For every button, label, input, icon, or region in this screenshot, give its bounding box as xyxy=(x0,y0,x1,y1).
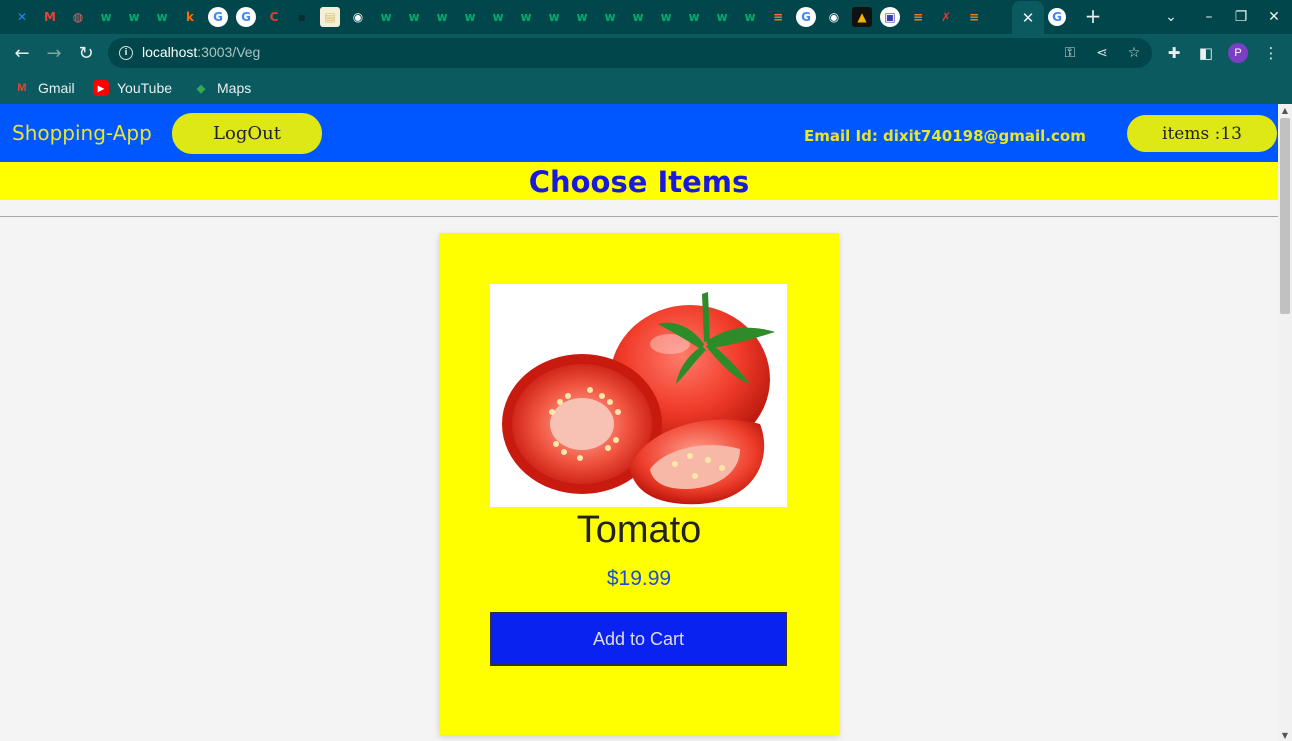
back-arrow-icon[interactable]: ← xyxy=(10,42,34,64)
bookmark-youtube[interactable]: ▶ YouTube xyxy=(93,78,172,98)
url-host: localhost xyxy=(142,44,198,60)
scroll-down-arrow-icon[interactable]: ▼ xyxy=(1278,729,1292,741)
bookmark-star-icon[interactable]: ☆ xyxy=(1124,43,1144,63)
app-brand[interactable]: Shopping-App xyxy=(12,121,152,145)
reload-icon[interactable]: ↻ xyxy=(74,42,98,64)
bookmark-label: Gmail xyxy=(38,80,75,96)
scroll-up-arrow-icon[interactable]: ▲ xyxy=(1278,104,1292,116)
scroll-thumb[interactable] xyxy=(1280,118,1290,314)
gmail-icon: M xyxy=(17,82,27,94)
w3schools-icon[interactable]: w xyxy=(376,7,396,27)
url-text[interactable]: localhost:3003/Veg xyxy=(142,44,260,60)
google-tab-icon[interactable]: G xyxy=(1048,8,1066,26)
w3schools-icon[interactable]: w xyxy=(432,7,452,27)
tab-list: ✕ M ◍ w w w k G G C ▪ ▤ ◉ w w w w w w w w w w w w w w ≡ G ◉ ▲ ▣ ≡ ✗ ≡ xyxy=(12,7,992,27)
address-bar[interactable]: i localhost:3003/Veg ⚿ ⋖ ☆ xyxy=(108,38,1152,68)
warning-site-icon[interactable]: ▲ xyxy=(852,7,872,27)
forward-arrow-icon[interactable]: → xyxy=(42,42,66,64)
restore-icon[interactable]: ❐ xyxy=(1230,6,1252,28)
youtube-icon: ▶ xyxy=(93,80,109,96)
w3schools-icon[interactable]: w xyxy=(684,7,704,27)
minimize-icon[interactable]: – xyxy=(1198,6,1220,28)
tomato-illustration xyxy=(490,284,787,507)
bookmark-gmail[interactable]: M Gmail xyxy=(14,78,75,98)
red-figure-icon[interactable]: ✗ xyxy=(936,7,956,27)
new-tab-button[interactable]: + xyxy=(1083,4,1103,28)
w3schools-icon[interactable]: w xyxy=(124,7,144,27)
product-name: Tomato xyxy=(576,509,702,551)
w3schools-icon[interactable]: w xyxy=(404,7,424,27)
w3schools-icon[interactable]: w xyxy=(712,7,732,27)
w3schools-icon[interactable]: w xyxy=(516,7,536,27)
w3schools-icon[interactable]: w xyxy=(544,7,564,27)
browser-toolbar: ← → ↻ i localhost:3003/Veg ⚿ ⋖ ☆ ✚ ◧ P ⋮ xyxy=(0,34,1292,72)
w3schools-icon[interactable]: w xyxy=(460,7,480,27)
product-image xyxy=(490,284,787,507)
google-icon[interactable]: G xyxy=(208,7,228,27)
maps-icon: ◆ xyxy=(196,82,206,95)
w3schools-icon[interactable]: w xyxy=(96,7,116,27)
profile-avatar[interactable]: P xyxy=(1228,43,1248,63)
w3schools-icon[interactable]: w xyxy=(152,7,172,27)
divider xyxy=(0,216,1278,217)
w3schools-icon[interactable]: w xyxy=(600,7,620,27)
menu-kebab-icon[interactable]: ⋮ xyxy=(1260,42,1282,64)
bookmark-maps[interactable]: ◆ Maps xyxy=(193,78,251,98)
c-icon[interactable]: C xyxy=(264,7,284,27)
cart-items-count[interactable]: items :13 xyxy=(1127,115,1277,152)
user-email: Email Id: dixit740198@gmail.com xyxy=(804,127,1086,145)
w3schools-icon[interactable]: w xyxy=(572,7,592,27)
app-navbar: Shopping-App LogOut Email Id: dixit74019… xyxy=(0,104,1278,162)
stackoverflow-icon[interactable]: ≡ xyxy=(768,7,788,27)
chrome-icon[interactable]: ◉ xyxy=(824,7,844,27)
stackoverflow-icon[interactable]: ≡ xyxy=(964,7,984,27)
tab-search-chevron-icon[interactable]: ⌄ xyxy=(1160,6,1182,28)
page-title: Choose Items xyxy=(528,165,750,199)
bookmark-label: YouTube xyxy=(117,80,173,96)
google-icon[interactable]: G xyxy=(236,7,256,27)
w3schools-icon[interactable]: w xyxy=(488,7,508,27)
password-key-icon[interactable]: ⚿ xyxy=(1060,43,1080,63)
close-tab-icon[interactable]: ✕ xyxy=(1022,9,1035,27)
url-path: :3003/Veg xyxy=(197,44,261,60)
page-viewport: Shopping-App LogOut Email Id: dixit74019… xyxy=(0,104,1278,741)
gmail-icon[interactable]: M xyxy=(40,7,60,27)
page-scrollbar[interactable]: ▲ ▼ xyxy=(1278,104,1292,741)
close-window-icon[interactable]: ✕ xyxy=(1263,6,1285,28)
w3schools-icon[interactable]: w xyxy=(740,7,760,27)
browser-tab-strip: ✕ M ◍ w w w k G G C ▪ ▤ ◉ w w w w w w w w w w w w w w ≡ G ◉ ▲ ▣ ≡ ✗ ≡ ✕ G … xyxy=(0,0,1292,34)
notes-icon[interactable]: ▤ xyxy=(320,7,340,27)
confluence-icon[interactable]: ✕ xyxy=(12,7,32,27)
k-icon[interactable]: k xyxy=(180,7,200,27)
add-to-cart-button[interactable]: Add to Cart xyxy=(490,612,787,666)
site-info-icon[interactable]: i xyxy=(119,46,133,60)
side-panel-icon[interactable]: ◧ xyxy=(1195,42,1217,64)
bookmark-label: Maps xyxy=(217,80,252,96)
bookmarks-bar: M Gmail ▶ YouTube ◆ Maps xyxy=(0,72,1292,104)
active-tab[interactable]: ✕ xyxy=(1012,1,1044,34)
image-site-icon[interactable]: ▣ xyxy=(880,7,900,27)
product-price: $19.99 xyxy=(606,567,672,590)
google-icon[interactable]: G xyxy=(796,7,816,27)
product-card: Tomato $19.99 Add to Cart xyxy=(439,233,839,735)
chrome-icon[interactable]: ◉ xyxy=(348,7,368,27)
dark-site-icon[interactable]: ▪ xyxy=(292,7,312,27)
share-icon[interactable]: ⋖ xyxy=(1092,43,1112,63)
w3schools-icon[interactable]: w xyxy=(628,7,648,27)
heading-band: Choose Items xyxy=(0,162,1278,200)
extensions-puzzle-icon[interactable]: ✚ xyxy=(1163,42,1185,64)
w3schools-icon[interactable]: w xyxy=(656,7,676,27)
stackoverflow-icon[interactable]: ≡ xyxy=(908,7,928,27)
globe-icon[interactable]: ◍ xyxy=(68,7,88,27)
logout-button[interactable]: LogOut xyxy=(172,113,322,154)
